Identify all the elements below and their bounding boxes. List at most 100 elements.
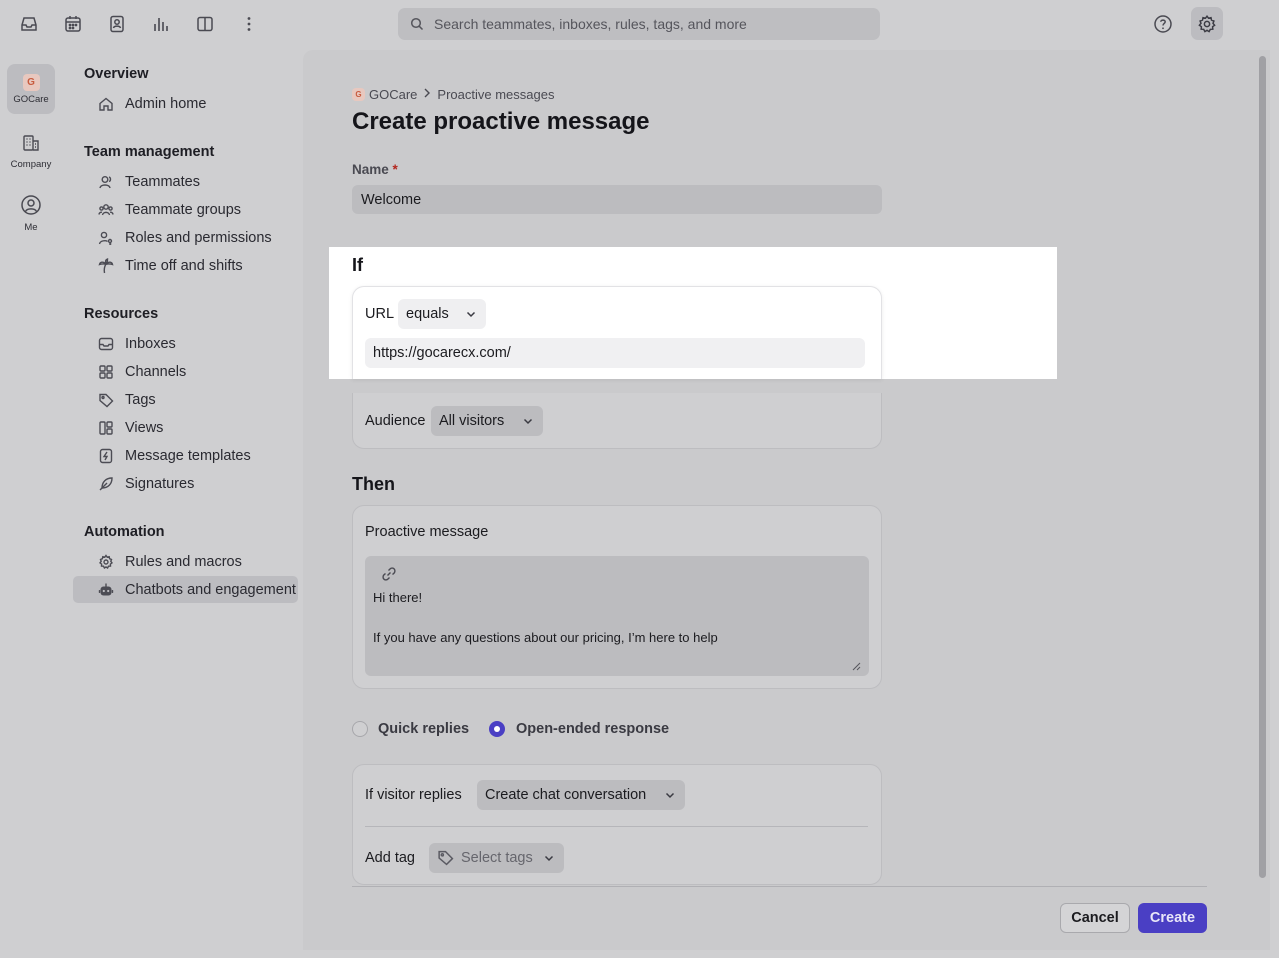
name-label-text: Name (352, 162, 389, 177)
cancel-button[interactable]: Cancel (1060, 903, 1130, 933)
chevron-down-icon (665, 792, 675, 799)
sidebar-item-teammates[interactable]: Teammates (73, 168, 298, 195)
visitor-replies-label: If visitor replies (365, 787, 462, 803)
sidebar-item-label: Tags (125, 391, 156, 408)
tags-placeholder: Select tags (461, 850, 533, 866)
radio-open-ended-label[interactable]: Open-ended response (516, 721, 669, 737)
scrollbar-thumb[interactable] (1259, 56, 1266, 878)
gear-icon (97, 553, 115, 571)
gocare-logo: G (22, 73, 40, 91)
sidebar-item-label: Time off and shifts (125, 257, 243, 274)
contacts-icon[interactable] (105, 12, 129, 36)
more-vertical-icon[interactable] (237, 12, 261, 36)
split-view-icon[interactable] (193, 12, 217, 36)
chevron-right-icon (423, 88, 431, 101)
rail-label: GOCare (13, 93, 49, 105)
sidebar-item-teammate-groups[interactable]: Teammate groups (73, 196, 298, 223)
rail-item-company[interactable]: Company (7, 126, 55, 176)
robot-icon (97, 581, 115, 599)
tag-icon (97, 391, 115, 409)
breadcrumb-root-link[interactable]: GOCare (369, 87, 417, 102)
then-section-title: Then (352, 474, 395, 494)
sidebar-item-admin-home[interactable]: Admin home (73, 90, 298, 117)
palm-tree-icon (97, 257, 115, 275)
home-icon (97, 95, 115, 113)
if-section-title: If (352, 255, 363, 275)
sidebar-item-label: Teammate groups (125, 201, 242, 218)
sidebar-item-rules-macros[interactable]: Rules and macros (73, 548, 298, 575)
section-title-overview: Overview (84, 66, 149, 82)
search-input[interactable]: Search teammates, inboxes, rules, tags, … (398, 8, 880, 40)
analytics-icon[interactable] (149, 12, 173, 36)
help-icon[interactable] (1151, 12, 1175, 36)
chevron-down-icon (544, 855, 554, 862)
name-field-label: Name * (352, 162, 398, 177)
rail-label: Me (24, 221, 38, 233)
inbox-icon (97, 335, 115, 353)
breadcrumb: G GOCare Proactive messages (352, 87, 554, 102)
calendar-icon[interactable] (61, 12, 85, 36)
visitor-replies-select[interactable]: Create chat conversation (477, 780, 685, 810)
inbox-icon[interactable] (17, 12, 41, 36)
divider (365, 826, 868, 827)
audience-select[interactable]: All visitors (431, 406, 543, 436)
visitor-replies-value: Create chat conversation (485, 787, 647, 803)
sidebar-item-label: Chatbots and engagement (125, 581, 296, 598)
rail-item-me[interactable]: Me (7, 188, 55, 238)
radio-quick-replies[interactable] (352, 721, 368, 737)
sidebar-item-label: Rules and macros (125, 553, 242, 570)
user-circle-icon (20, 194, 42, 219)
create-button[interactable]: Create (1138, 903, 1207, 933)
url-operator-value: equals (406, 306, 449, 322)
radio-open-ended[interactable] (489, 721, 505, 737)
audience-value: All visitors (439, 413, 505, 429)
sidebar-item-roles-permissions[interactable]: Roles and permissions (73, 224, 298, 251)
sidebar-item-message-templates[interactable]: Message templates (73, 442, 298, 469)
sidebar-item-label: Signatures (125, 475, 195, 492)
audience-label: Audience (365, 413, 426, 429)
sidebar-item-chatbots-engagement[interactable]: Chatbots and engagement (73, 576, 298, 603)
page-title: Create proactive message (352, 108, 650, 135)
person-icon (97, 173, 115, 191)
message-line: If you have any questions about our pric… (373, 630, 718, 645)
group-icon (97, 201, 115, 219)
chevron-down-icon (466, 311, 476, 318)
message-textarea[interactable] (365, 556, 869, 676)
tag-icon (438, 850, 454, 866)
message-line: Hi there! (373, 590, 423, 605)
settings-gear-icon[interactable] (1191, 7, 1223, 40)
sidebar-item-tags[interactable]: Tags (73, 386, 298, 413)
chevron-down-icon (523, 418, 533, 425)
search-icon (410, 17, 424, 31)
sidebar-item-label: Admin home (125, 95, 207, 112)
top-bar: Search teammates, inboxes, rules, tags, … (0, 0, 1279, 50)
proactive-message-label: Proactive message (365, 524, 489, 540)
gocare-logo: G (352, 88, 365, 101)
radio-quick-replies-label[interactable]: Quick replies (378, 721, 469, 737)
breadcrumb-current-link[interactable]: Proactive messages (437, 87, 554, 102)
url-label: URL (365, 306, 395, 322)
url-operator-select[interactable]: equals (398, 299, 486, 329)
sidebar-item-inboxes[interactable]: Inboxes (73, 330, 298, 357)
building-icon (21, 133, 41, 156)
name-input[interactable]: Welcome (352, 185, 882, 214)
link-icon[interactable] (380, 565, 398, 583)
add-tag-label: Add tag (365, 850, 415, 866)
feather-icon (97, 475, 115, 493)
sidebar-item-views[interactable]: Views (73, 414, 298, 441)
settings-sidebar: Overview Admin home Team management Team… (62, 50, 304, 950)
footer-divider (352, 886, 1207, 887)
rail-item-gocare[interactable]: G GOCare (7, 64, 55, 114)
required-asterisk: * (392, 162, 398, 177)
resize-handle-icon[interactable] (851, 661, 861, 671)
url-value-input[interactable]: https://gocarecx.com/ (365, 338, 865, 368)
rail-label: Company (10, 158, 52, 170)
sidebar-item-label: Views (125, 419, 164, 436)
sidebar-item-time-off-shifts[interactable]: Time off and shifts (73, 252, 298, 279)
sidebar-item-label: Message templates (125, 447, 251, 464)
person-key-icon (97, 229, 115, 247)
section-title-resources: Resources (84, 306, 159, 322)
sidebar-item-signatures[interactable]: Signatures (73, 470, 298, 497)
sidebar-item-channels[interactable]: Channels (73, 358, 298, 385)
grid-icon (97, 363, 115, 381)
